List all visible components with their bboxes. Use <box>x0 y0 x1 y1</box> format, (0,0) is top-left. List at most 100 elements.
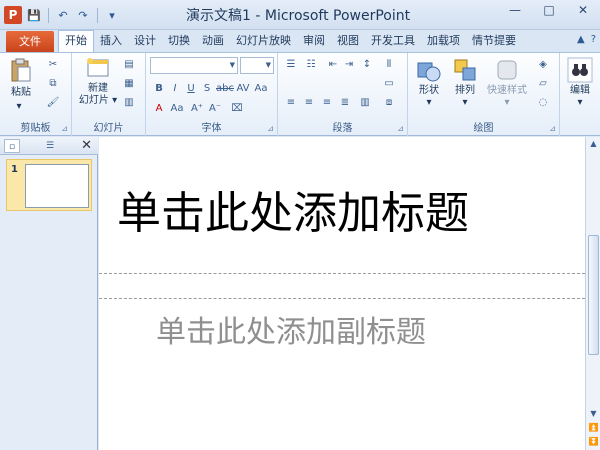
ribbon-tabs: 开始 插入 设计 切换 动画 幻灯片放映 审阅 视图 开发工具 加载项 情节提要 <box>58 30 522 52</box>
shape-outline-icon[interactable]: ▱ <box>536 78 550 90</box>
numbering-icon[interactable]: ☷ <box>304 59 318 71</box>
subtitle-placeholder[interactable]: 单击此处添加副标题 <box>156 307 426 351</box>
slide-canvas[interactable]: 单击此处添加标题 单击此处添加副标题 <box>99 137 585 450</box>
group-editing: 编辑 ▾ <box>560 53 600 136</box>
maximize-button[interactable]: □ <box>532 0 566 20</box>
quick-styles-icon <box>497 60 517 80</box>
increase-indent-icon[interactable]: ⇥ <box>342 59 356 71</box>
align-center-icon[interactable]: ≡ <box>302 97 316 109</box>
clear-formatting-icon[interactable]: ⌧ <box>230 103 244 115</box>
text-direction-icon[interactable]: ⫴ <box>382 59 396 71</box>
undo-icon[interactable]: ↶ <box>55 8 71 23</box>
powerpoint-app-icon[interactable]: P <box>4 6 22 24</box>
bullets-icon[interactable]: ☰ <box>284 59 298 71</box>
next-slide-icon[interactable]: ⏬ <box>586 435 600 449</box>
tab-storyboard[interactable]: 情节提要 <box>466 30 522 52</box>
bold-icon[interactable]: B <box>152 83 166 95</box>
group-drawing: 形状 ▾ 排列 ▾ 快速样式 ▾ ◈ ▱ ◌ 绘图 ⊿ <box>408 53 560 136</box>
font-color-icon[interactable]: A <box>152 103 166 115</box>
align-text-icon[interactable]: ▭ <box>382 78 396 90</box>
group-paragraph: ☰ ☷ ⇤ ⇥ ↕ ⫴ ▭ ⧈ ≡ ≡ ≡ ≣ ▥ 段落 ⊿ <box>278 53 408 136</box>
align-right-icon[interactable]: ≡ <box>320 97 334 109</box>
drawing-launcher-icon[interactable]: ⊿ <box>549 124 556 133</box>
ribbon-right-controls: ▲ ? <box>577 34 596 45</box>
vertical-scrollbar[interactable]: ▲ ▼ ⏫ ⏬ <box>585 137 600 450</box>
customize-qat-icon[interactable]: ▾ <box>104 8 120 23</box>
tab-animations[interactable]: 动画 <box>196 30 230 52</box>
tab-transitions[interactable]: 切换 <box>162 30 196 52</box>
placeholder-border <box>99 273 585 274</box>
change-case-icon[interactable]: Aa <box>254 83 268 95</box>
copy-icon[interactable]: ⧉ <box>46 78 60 90</box>
tab-review[interactable]: 审阅 <box>297 30 331 52</box>
line-spacing-icon[interactable]: ↕ <box>360 59 374 71</box>
font-launcher-icon[interactable]: ⊿ <box>267 124 274 133</box>
tab-insert[interactable]: 插入 <box>94 30 128 52</box>
arrange-label: 排列 <box>455 85 475 96</box>
tab-addins[interactable]: 加载项 <box>421 30 466 52</box>
previous-slide-icon[interactable]: ⏫ <box>586 421 600 435</box>
window-controls: — □ ✕ <box>498 0 600 20</box>
new-slide-label-1: 新建 <box>88 83 108 94</box>
slides-view-tab[interactable]: ▫ <box>4 139 20 153</box>
quick-styles-label: 快速样式 <box>487 85 527 96</box>
paragraph-launcher-icon[interactable]: ⊿ <box>397 124 404 133</box>
tab-file[interactable]: 文件 <box>6 31 54 52</box>
tab-design[interactable]: 设计 <box>128 30 162 52</box>
italic-icon[interactable]: I <box>168 83 182 95</box>
tab-view[interactable]: 视图 <box>331 30 365 52</box>
char-spacing-icon[interactable]: AV <box>236 83 250 95</box>
clipboard-launcher-icon[interactable]: ⊿ <box>61 124 68 133</box>
redo-icon[interactable]: ↷ <box>75 8 91 23</box>
section-icon[interactable]: ▥ <box>122 97 136 109</box>
title-placeholder[interactable]: 单击此处添加标题 <box>117 177 469 241</box>
scrollbar-thumb[interactable] <box>588 235 599 355</box>
justify-icon[interactable]: ≣ <box>338 97 352 109</box>
shape-effects-icon[interactable]: ◌ <box>536 97 550 109</box>
quick-styles-button[interactable]: 快速样式 ▾ <box>484 57 530 109</box>
arrange-button[interactable]: 排列 ▾ <box>448 57 482 109</box>
tab-slideshow[interactable]: 幻灯片放映 <box>230 30 297 52</box>
layout-icon[interactable]: ▤ <box>122 59 136 71</box>
shrink-font-icon[interactable]: A⁻ <box>208 103 222 115</box>
thumbnails-header: ▫ ☰ ✕ <box>0 137 98 155</box>
outline-view-tab[interactable]: ☰ <box>36 139 64 153</box>
decrease-indent-icon[interactable]: ⇤ <box>326 59 340 71</box>
shapes-icon <box>417 62 441 82</box>
editing-button[interactable]: 编辑 ▾ <box>564 57 596 109</box>
slide-thumbnail[interactable]: 1 <box>6 159 92 211</box>
align-left-icon[interactable]: ≡ <box>284 97 298 109</box>
group-label-slides: 幻灯片 <box>93 123 124 134</box>
font-name-select[interactable]: ▼ <box>150 57 238 74</box>
change-case-dropdown-icon[interactable]: Aa <box>170 103 184 115</box>
placeholder-border <box>99 298 585 299</box>
scroll-up-icon[interactable]: ▲ <box>586 137 600 151</box>
paste-dropdown[interactable]: ▾ <box>14 101 24 113</box>
collapse-ribbon-icon[interactable]: ▲ <box>577 34 585 45</box>
close-button[interactable]: ✕ <box>566 0 600 20</box>
format-painter-icon[interactable]: 🖌 <box>46 97 60 109</box>
help-icon[interactable]: ? <box>591 34 596 45</box>
new-slide-button[interactable]: 新建 幻灯片 ▾ <box>76 57 120 107</box>
columns-icon[interactable]: ▥ <box>358 97 372 109</box>
font-size-select[interactable]: ▼ <box>240 57 274 74</box>
reset-icon[interactable]: ▦ <box>122 78 136 90</box>
smartart-icon[interactable]: ⧈ <box>382 97 396 109</box>
scroll-down-icon[interactable]: ▼ <box>586 407 600 421</box>
underline-icon[interactable]: U <box>184 83 198 95</box>
window-title: 演示文稿1 - Microsoft PowerPoint <box>186 8 411 24</box>
group-label-paragraph: 段落 <box>332 123 353 134</box>
shape-fill-icon[interactable]: ◈ <box>536 59 550 71</box>
strikethrough-icon[interactable]: abc <box>216 83 234 95</box>
tab-developer[interactable]: 开发工具 <box>365 30 421 52</box>
paste-text[interactable]: 粘贴 <box>4 87 38 99</box>
shapes-button[interactable]: 形状 ▾ <box>412 57 446 109</box>
close-panel-icon[interactable]: ✕ <box>81 138 92 153</box>
paste-button[interactable] <box>6 57 36 87</box>
grow-font-icon[interactable]: A⁺ <box>190 103 204 115</box>
cut-icon[interactable]: ✂ <box>46 59 60 71</box>
minimize-button[interactable]: — <box>498 0 532 20</box>
shadow-icon[interactable]: S <box>200 83 214 95</box>
save-icon[interactable]: 💾 <box>26 8 42 23</box>
tab-home[interactable]: 开始 <box>58 30 94 52</box>
